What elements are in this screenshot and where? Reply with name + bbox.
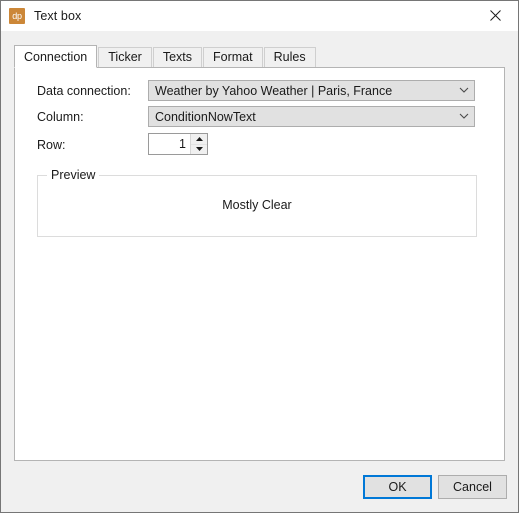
row-label: Row: bbox=[37, 138, 66, 152]
preview-value: Mostly Clear bbox=[222, 198, 292, 212]
caret-up-icon bbox=[195, 136, 203, 141]
chevron-down-icon bbox=[455, 107, 472, 126]
stepper-down-button[interactable] bbox=[191, 144, 207, 154]
row-value[interactable]: 1 bbox=[149, 134, 190, 154]
ok-button[interactable]: OK bbox=[363, 475, 432, 499]
column-value: ConditionNowText bbox=[155, 109, 256, 124]
cancel-button[interactable]: Cancel bbox=[438, 475, 507, 499]
row-stepper-buttons bbox=[190, 134, 207, 154]
row-stepper[interactable]: 1 bbox=[148, 133, 208, 155]
title-bar: dp Text box bbox=[1, 1, 518, 31]
data-connection-value: Weather by Yahoo Weather | Paris, France bbox=[155, 83, 393, 98]
tab-ticker[interactable]: Ticker bbox=[98, 47, 152, 67]
chevron-down-icon bbox=[455, 81, 472, 100]
column-label: Column: bbox=[37, 110, 84, 124]
preview-title: Preview bbox=[47, 168, 100, 182]
tab-texts[interactable]: Texts bbox=[152, 47, 203, 67]
stepper-up-button[interactable] bbox=[191, 134, 207, 145]
tab-panel-connection: Data connection: Weather by Yahoo Weathe… bbox=[14, 67, 505, 461]
column-select[interactable]: ConditionNowText bbox=[148, 106, 475, 127]
data-connection-select[interactable]: Weather by Yahoo Weather | Paris, France bbox=[148, 80, 475, 101]
tab-format[interactable]: Format bbox=[203, 47, 263, 67]
tab-rules[interactable]: Rules bbox=[263, 47, 316, 67]
dialog-window: dp Text box Connection Ticker Texts Form… bbox=[0, 0, 519, 513]
close-button[interactable] bbox=[473, 1, 518, 30]
close-icon bbox=[490, 10, 501, 21]
window-title: Text box bbox=[34, 9, 82, 23]
preview-groupbox: Preview Mostly Clear bbox=[37, 168, 477, 237]
app-icon-label: dp bbox=[12, 11, 22, 21]
data-connection-label: Data connection: bbox=[37, 84, 131, 98]
caret-down-icon bbox=[195, 147, 203, 152]
tab-connection[interactable]: Connection bbox=[14, 45, 98, 68]
tab-strip: Connection Ticker Texts Format Rules bbox=[14, 45, 317, 68]
app-icon: dp bbox=[9, 8, 25, 24]
